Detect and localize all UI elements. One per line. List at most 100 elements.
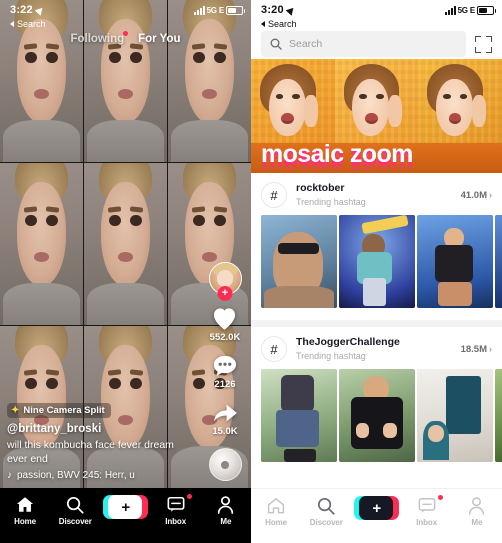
search-icon: [270, 38, 282, 50]
banner-title: mosaic zoom: [261, 140, 413, 168]
home-icon: [16, 495, 34, 514]
nav-item-me[interactable]: Me: [454, 496, 500, 527]
video-thumbnail[interactable]: [261, 215, 337, 308]
video-thumbnail[interactable]: [417, 215, 493, 308]
hashtag-icon: #: [261, 336, 287, 362]
chevron-right-icon: ›: [489, 344, 492, 354]
video-thumbnail[interactable]: [261, 369, 337, 462]
comment-icon: [213, 355, 237, 376]
avatar[interactable]: +: [208, 262, 242, 301]
status-bar: 3:22 5G E Search: [0, 0, 251, 30]
right-phone-discover-screen: 3:20 5G E Search Search mosaic zoom mosa…: [251, 0, 502, 543]
feed-tabs: Following For You: [0, 31, 251, 45]
search-input[interactable]: Search: [261, 31, 466, 57]
nav-label-inbox: Inbox: [416, 517, 438, 527]
battery-icon: [226, 5, 245, 15]
nav-item-discover[interactable]: Discover: [52, 495, 98, 526]
status-bar: 3:20 5G E Search: [251, 0, 502, 30]
comment-button[interactable]: 2126: [212, 354, 238, 390]
hashtag-subtitle: Trending hashtag: [296, 197, 366, 207]
video-description: will this kombucha face fever dream ever…: [7, 439, 174, 465]
back-label: Search: [268, 19, 297, 29]
hashtag-view-count[interactable]: 18.5M ›: [461, 344, 492, 355]
signal-bars-icon: [444, 5, 456, 15]
music-note-icon: ♪: [7, 470, 12, 481]
nav-item-discover[interactable]: Discover: [303, 496, 349, 527]
mosaic-zoom-banner[interactable]: mosaic zoom mosaic zoom: [251, 59, 502, 173]
nav-label-me: Me: [471, 517, 483, 527]
tab-for-you-label: For You: [138, 33, 181, 45]
video-thumbnail[interactable]: [339, 215, 415, 308]
author-handle[interactable]: @brittany_broski: [7, 423, 193, 435]
left-phone-feed-screen: 3:22 5G E Search Following For You + 552…: [0, 0, 251, 543]
nav-label-home: Home: [14, 516, 36, 526]
location-arrow-icon: [34, 4, 46, 16]
chevron-right-icon: ›: [489, 190, 492, 200]
mosaic-cell: [84, 163, 167, 325]
hashtag-section-rocktober: # rocktober Trending hashtag 41.0M ›: [251, 173, 502, 308]
nav-item-home[interactable]: Home: [2, 495, 48, 526]
heart-icon: [214, 308, 236, 330]
hashtag-section-joggerchallenge: # TheJoggerChallenge Trending hashtag 18…: [251, 327, 502, 462]
bottom-nav: Home Discover + Inbox Me: [0, 488, 251, 543]
thumbnail-row[interactable]: [251, 215, 502, 308]
battery-icon: [477, 5, 496, 15]
music-row[interactable]: ♪ passion, BWV 245: Herr, u: [7, 470, 193, 481]
network-label: 5G E: [206, 5, 225, 15]
inbox-badge-dot: [186, 494, 192, 499]
inbox-badge-dot: [437, 495, 443, 500]
person-icon: [217, 495, 234, 514]
follow-button[interactable]: +: [217, 286, 233, 301]
album-disc[interactable]: [208, 448, 242, 481]
create-plus-glyph: +: [108, 495, 143, 519]
section-divider: [251, 320, 502, 327]
qr-scan-icon[interactable]: [475, 35, 492, 53]
like-count: 552.0K: [209, 332, 241, 343]
share-button[interactable]: 15.0K: [212, 401, 239, 437]
person-icon: [468, 496, 485, 515]
hashtag-title: TheJoggerChallenge: [296, 336, 400, 348]
search-icon: [317, 496, 335, 515]
location-arrow-icon: [285, 4, 297, 16]
video-thumbnail[interactable]: [495, 369, 502, 462]
nav-item-home[interactable]: Home: [253, 496, 299, 527]
effect-badge[interactable]: ✦ Nine Camera Split: [7, 403, 111, 418]
message-icon: [167, 495, 185, 514]
nav-item-inbox[interactable]: Inbox: [404, 495, 450, 527]
share-arrow-icon: [213, 404, 237, 422]
back-to-search-button[interactable]: Search: [261, 19, 494, 29]
hashtag-header[interactable]: # TheJoggerChallenge Trending hashtag 18…: [251, 327, 502, 369]
thumbnail-row[interactable]: [251, 369, 502, 462]
create-plus-icon[interactable]: +: [102, 495, 148, 519]
hashtag-header[interactable]: # rocktober Trending hashtag 41.0M ›: [251, 173, 502, 215]
nav-item-create[interactable]: +: [102, 495, 148, 519]
video-thumbnail[interactable]: [339, 369, 415, 462]
hashtag-count-value: 41.0M: [460, 189, 487, 201]
hashtag-view-count[interactable]: 41.0M ›: [461, 190, 492, 201]
video-thumbnail[interactable]: [417, 369, 493, 462]
nav-item-me[interactable]: Me: [203, 495, 249, 526]
search-row: Search: [251, 29, 502, 59]
nav-item-inbox[interactable]: Inbox: [153, 494, 199, 526]
back-arrow-icon: [261, 21, 265, 27]
comment-count: 2126: [214, 379, 236, 390]
mosaic-cell: [0, 163, 83, 325]
nav-label-home: Home: [265, 517, 287, 527]
video-thumbnail[interactable]: [495, 215, 502, 308]
bottom-nav: Home Discover + Inbox Me: [251, 488, 502, 543]
hashtag-title: rocktober: [296, 182, 345, 194]
action-rail: + 552.0K 2126 15.0K: [204, 262, 246, 481]
back-to-search-button[interactable]: Search: [10, 19, 243, 29]
nav-label-me: Me: [220, 516, 232, 526]
banner-title-wrap: mosaic zoom: [251, 141, 502, 167]
video-caption-block: ✦ Nine Camera Split @brittany_broski wil…: [7, 400, 193, 481]
search-placeholder: Search: [289, 38, 323, 50]
hashtag-icon: #: [261, 182, 287, 208]
nav-item-create[interactable]: +: [353, 496, 399, 520]
like-button[interactable]: 552.0K: [209, 306, 241, 343]
nav-label-inbox: Inbox: [165, 516, 187, 526]
tab-following[interactable]: Following: [70, 31, 129, 45]
music-label: passion, BWV 245: Herr, u: [17, 470, 135, 481]
create-plus-icon[interactable]: +: [353, 496, 399, 520]
tab-for-you[interactable]: For You: [138, 33, 180, 45]
